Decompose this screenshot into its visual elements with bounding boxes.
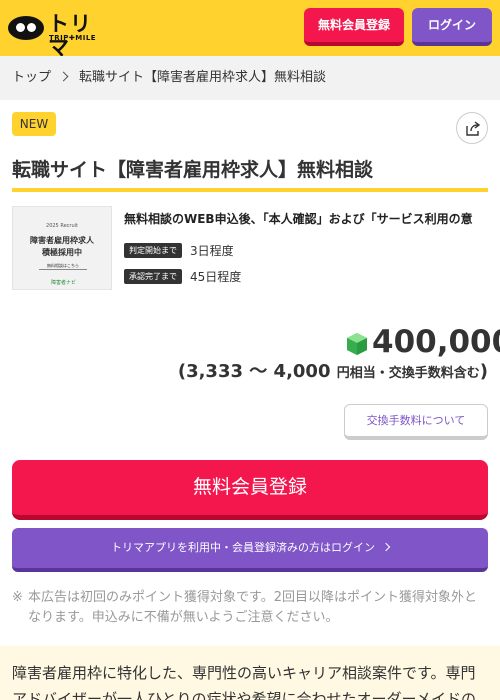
thumbnail-small-text: 2025 Recruit <box>46 223 78 229</box>
thumbnail-headline-2: 積極採用中 <box>42 248 82 257</box>
offer-thumbnail: 2025 Recruit 障害者雇用枠求人 積極採用中 無料相談はこちら 障害者… <box>12 206 112 290</box>
points-range: (3,333 〜 4,000 円相当・交換手数料含む) <box>100 358 488 388</box>
range-text: (3,333 〜 4,000 <box>177 361 337 382</box>
meta-tag: 判定開始まで <box>124 243 182 258</box>
range-suffix: 円相当・交換手数料含む <box>336 366 480 381</box>
header-login-button[interactable]: ログイン <box>412 8 492 46</box>
meta-row-approval: 承認完了まで 45日程度 <box>124 268 241 284</box>
share-button[interactable] <box>456 112 488 144</box>
exchange-fee-button[interactable]: 交換手数料について <box>344 404 488 440</box>
logo-subtext: TRIP✚MILE <box>49 34 97 42</box>
new-badge: NEW <box>12 112 56 136</box>
share-icon <box>466 121 481 136</box>
trima-logo[interactable]: トリマ TRIP✚MILE <box>8 12 98 60</box>
thumbnail-logo: 障害者ナビ <box>51 280 77 286</box>
chevron-right-icon <box>381 542 391 552</box>
intro-text: 障害者雇用枠に特化した、専門性の高いキャリア相談案件です。専門アドバイザーが一人… <box>12 664 476 700</box>
thumbnail-cta-text: 無料相談はこちら <box>39 262 87 270</box>
meta-row-judgement: 判定開始まで 3日程度 <box>124 242 234 258</box>
thumbnail-headline-1: 障害者雇用枠求人 <box>30 236 94 245</box>
register-button[interactable]: 無料会員登録 <box>12 460 488 520</box>
meta-tag: 承認完了まで <box>124 269 182 284</box>
chevron-right-icon <box>58 71 69 82</box>
offer-description: 無料相談のWEB申込後、「本人確認」および「サービス利用の意 <box>124 212 473 226</box>
notice: ※ 本広告は初回のみポイント獲得対象です。2回目以降はポイント獲得対象外となりま… <box>12 588 488 628</box>
notice-mark: ※ <box>12 590 23 605</box>
app-login-label: トリマアプリを利用中・会員登録済みの方はログイン <box>111 541 375 554</box>
logo-face-icon <box>8 16 44 40</box>
breadcrumb: トップ 転職サイト【障害者雇用枠求人】無料相談 <box>0 56 500 100</box>
app-header: トリマ TRIP✚MILE 無料会員登録 ログイン <box>0 0 500 60</box>
meta-value: 3日程度 <box>190 244 234 258</box>
app-login-button[interactable]: トリマアプリを利用中・会員登録済みの方はログイン <box>12 528 488 572</box>
gem-icon <box>347 333 367 355</box>
notice-text: 本広告は初回のみポイント獲得対象です。2回目以降はポイント獲得対象外となります。… <box>28 590 477 625</box>
breadcrumb-current: 転職サイト【障害者雇用枠求人】無料相談 <box>79 70 327 85</box>
offer-intro: 障害者雇用枠に特化した、専門性の高いキャリア相談案件です。専門アドバイザーが一人… <box>0 646 500 700</box>
breadcrumb-home-link[interactable]: トップ <box>12 70 51 85</box>
page-title: 転職サイト【障害者雇用枠求人】無料相談 <box>12 156 488 192</box>
range-close: ) <box>479 361 488 382</box>
meta-value: 45日程度 <box>190 270 242 284</box>
header-register-button[interactable]: 無料会員登録 <box>304 8 404 46</box>
